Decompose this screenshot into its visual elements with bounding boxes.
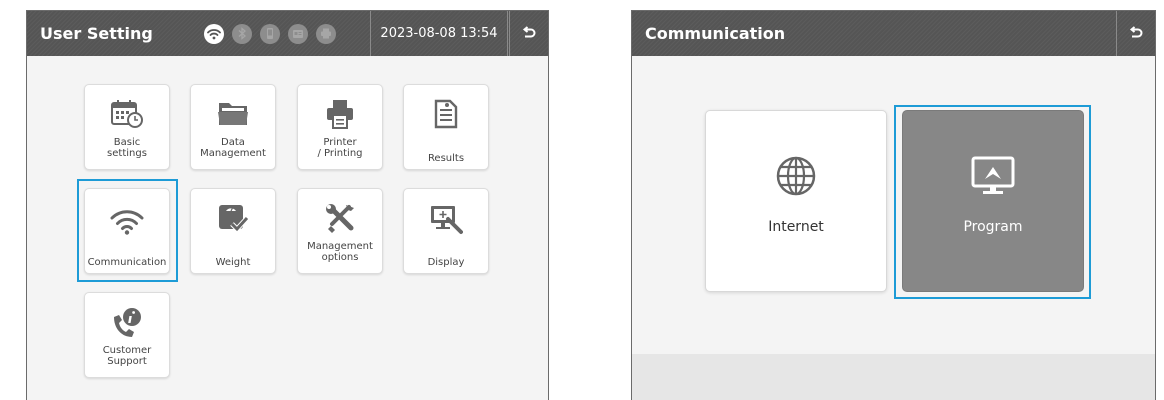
back-button[interactable] xyxy=(509,11,548,56)
tile-communication[interactable]: Communication xyxy=(84,188,170,274)
scale-icon xyxy=(219,205,249,233)
datetime-display: 2023-08-08 13:54 xyxy=(370,11,508,56)
back-arrow-icon xyxy=(522,25,536,37)
wifi-icon xyxy=(204,23,224,44)
communication-screen: Communication Internet Program xyxy=(631,10,1156,400)
option-internet[interactable]: Internet xyxy=(705,110,887,292)
back-button[interactable] xyxy=(1116,11,1155,56)
tools-icon xyxy=(326,204,354,233)
folder-icon xyxy=(218,103,248,125)
tile-label: Printer / Printing xyxy=(317,137,363,159)
monitor-program-icon xyxy=(971,156,1015,194)
printer-icon xyxy=(327,100,353,129)
tile-management-options[interactable]: Management options xyxy=(297,188,383,274)
tile-label: Management options xyxy=(307,241,373,263)
tile-customer-support[interactable]: Customer Support xyxy=(84,292,170,378)
tile-weight[interactable]: Weight xyxy=(190,188,276,274)
screen-title: User Setting xyxy=(40,24,153,43)
option-label: Program xyxy=(963,219,1023,235)
globe-icon xyxy=(776,156,816,196)
tile-basic-settings[interactable]: Basic settings xyxy=(84,84,170,170)
bluetooth-icon xyxy=(232,23,252,44)
user-setting-screen: User Setting 2023-08-08 13:54 Basic sett… xyxy=(26,10,549,400)
tile-label: Data Management xyxy=(200,137,266,159)
tile-label: Results xyxy=(427,153,465,164)
header-bar: Communication xyxy=(632,11,1155,56)
phone-info-icon xyxy=(114,308,141,337)
tile-data-management[interactable]: Data Management xyxy=(190,84,276,170)
option-program[interactable]: Program xyxy=(902,110,1084,292)
card-reader-icon xyxy=(288,23,308,44)
tile-label: Basic settings xyxy=(107,137,147,159)
printer-icon xyxy=(316,23,336,44)
header-bar: User Setting 2023-08-08 13:54 xyxy=(27,11,548,56)
calendar-clock-icon xyxy=(111,100,143,128)
tile-display[interactable]: Display xyxy=(403,188,489,274)
tile-label: Customer Support xyxy=(102,345,152,367)
status-icons xyxy=(204,11,344,56)
option-label: Internet xyxy=(768,219,824,235)
document-icon xyxy=(434,99,458,129)
tile-label: Weight xyxy=(215,257,251,268)
wifi-icon xyxy=(110,210,144,235)
monitor-icon xyxy=(431,206,463,234)
bottom-bar xyxy=(632,354,1155,400)
phone-icon xyxy=(260,23,280,44)
tile-printer-printing[interactable]: Printer / Printing xyxy=(297,84,383,170)
tile-label: Communication xyxy=(87,257,167,268)
screen-title: Communication xyxy=(645,24,786,43)
tile-results[interactable]: Results xyxy=(403,84,489,170)
back-arrow-icon xyxy=(1129,25,1143,37)
tile-label: Display xyxy=(427,257,465,268)
